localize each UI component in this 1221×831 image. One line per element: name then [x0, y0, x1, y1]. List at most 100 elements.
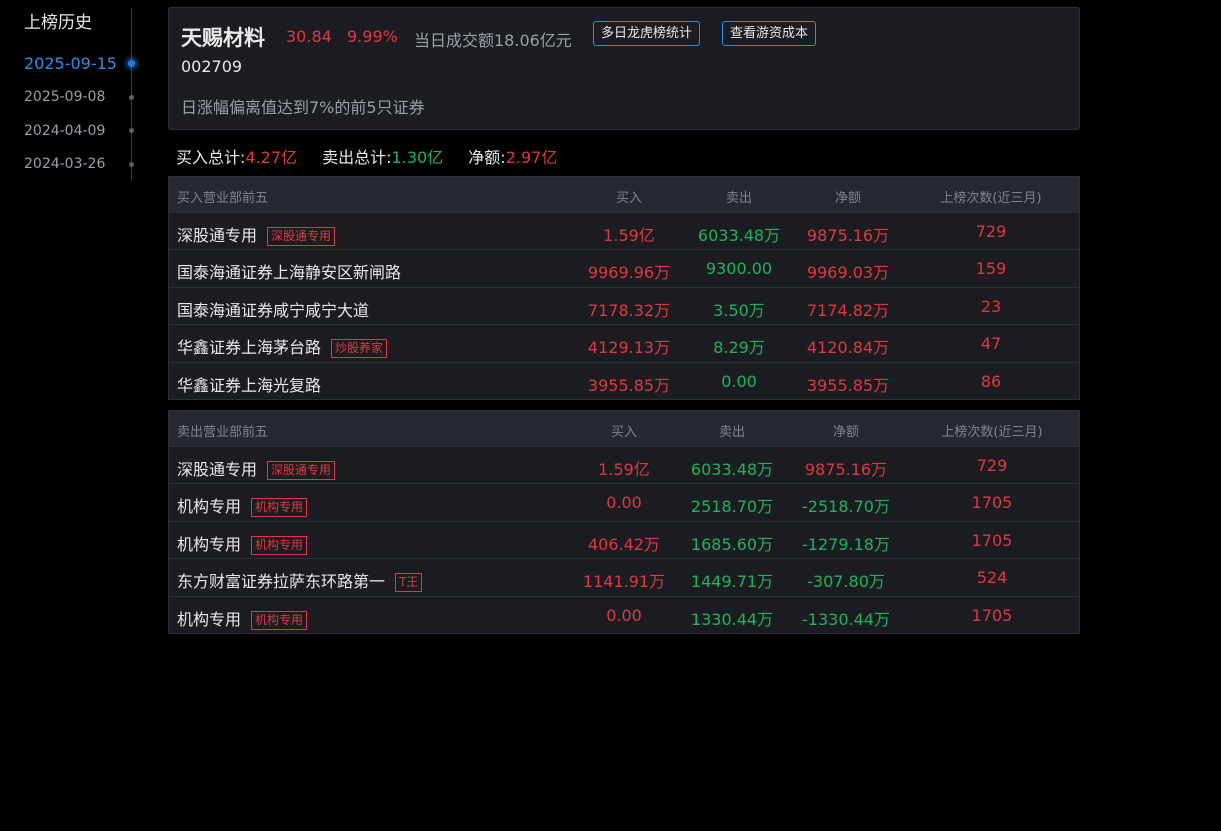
table-header: 卖出营业部前五 买入 卖出 净额 上榜次数(近三月) [169, 411, 1079, 446]
header-count: 上榜次数(近三月) [940, 191, 1042, 206]
branch-tag: 机构专用 [251, 498, 308, 518]
timeline-item-2025-09-08[interactable]: 2025-09-08 [0, 87, 140, 111]
listing-count: 86 [980, 371, 1002, 391]
sell-amount: 0.00 [721, 371, 757, 391]
timeline-dot-active [128, 60, 135, 67]
net-amount: 7174.82万 [806, 300, 890, 320]
listing-count: 1705 [971, 530, 1013, 550]
branch-name: 深股通专用 深股通专用 [177, 222, 336, 246]
net-amount: 4120.84万 [806, 338, 890, 358]
branch-tag: 机构专用 [251, 610, 308, 630]
header-sell: 卖出 [725, 191, 752, 206]
timeline-item-2024-03-26[interactable]: 2024-03-26 [0, 154, 140, 178]
table-row[interactable]: 机构专用 机构专用 0.00 2518.70万 -2518.70万 1705 [169, 483, 1079, 520]
branch-name: 华鑫证券上海光复路 [177, 372, 321, 396]
branch-tag: 机构专用 [251, 535, 308, 555]
buy-amount: 0.00 [606, 493, 642, 513]
listing-count: 729 [976, 456, 1008, 475]
header-sell: 卖出 [718, 425, 745, 440]
branch-name-text: 机构专用 [177, 497, 242, 517]
stock-info-panel: 天赐材料 30.84 9.99% 当日成交额18.06亿元 多日龙虎榜统计 查看… [168, 7, 1080, 130]
buy-amount: 3955.85万 [587, 375, 671, 395]
timeline-dot [129, 128, 134, 133]
branch-name: 深股通专用 深股通专用 [177, 456, 336, 480]
header-buy: 买入 [615, 191, 642, 206]
totals-bar: 买入总计:4.27亿 卖出总计:1.30亿 净额:2.97亿 [176, 144, 557, 168]
buy-amount: 1.59亿 [598, 460, 650, 479]
net-amount: -2518.70万 [802, 497, 890, 517]
branch-tag: 深股通专用 [267, 461, 336, 480]
buy-amount: 406.42万 [588, 534, 660, 554]
timeline-item-2024-04-09[interactable]: 2024-04-09 [0, 121, 140, 145]
buy-amount: 7178.32万 [587, 300, 671, 320]
listing-count: 47 [980, 334, 1002, 354]
header-net: 净额 [834, 191, 861, 206]
buy-amount: 0.00 [606, 605, 642, 625]
buy-branches-table: 买入营业部前五 买入 卖出 净额 上榜次数(近三月) 深股通专用 深股通专用 1.… [168, 176, 1080, 400]
sidebar-title: 上榜历史 [24, 13, 92, 33]
table-row[interactable]: 东方财富证券拉萨东环路第一 T王 1141.91万 1449.71万 -307.8… [169, 558, 1079, 595]
branch-name-text: 国泰海通证券上海静安区新闸路 [177, 263, 402, 283]
listing-count: 1705 [971, 605, 1013, 625]
timeline-date: 2025-09-08 [24, 89, 106, 105]
listing-count: 729 [975, 222, 1007, 241]
branch-name-text: 机构专用 [177, 609, 242, 629]
branch-name-text: 深股通专用 [177, 226, 258, 245]
sell-amount: 3.50万 [713, 300, 765, 320]
table-row[interactable]: 华鑫证券上海光复路 3955.85万 0.00 3955.85万 86 [169, 361, 1079, 399]
branch-name-text: 机构专用 [177, 534, 242, 554]
branch-tag: 深股通专用 [267, 227, 336, 246]
net-amount: 3955.85万 [806, 375, 890, 395]
sell-amount: 8.29万 [713, 338, 765, 358]
table-row[interactable]: 机构专用 机构专用 0.00 1330.44万 -1330.44万 1705 [169, 595, 1079, 633]
table-row[interactable]: 机构专用 机构专用 406.42万 1685.60万 -1279.18万 1705 [169, 520, 1079, 558]
table-row[interactable]: 国泰海通证券上海静安区新闸路 9969.96万 9300.00 9969.03万… [169, 249, 1079, 286]
stock-change-pct: 9.99% [347, 27, 398, 46]
stock-name: 天赐材料 [181, 26, 265, 50]
header-net: 净额 [832, 425, 859, 440]
table-row[interactable]: 华鑫证券上海茅台路 炒股养家 4129.13万 8.29万 4120.84万 47 [169, 324, 1079, 361]
net-amount: -1330.44万 [802, 609, 890, 629]
branch-name: 机构专用 机构专用 [177, 606, 308, 630]
multi-day-lhb-stats-button[interactable]: 多日龙虎榜统计 [593, 21, 701, 46]
table-header: 买入营业部前五 买入 卖出 净额 上榜次数(近三月) [169, 177, 1079, 212]
header-name: 卖出营业部前五 [177, 425, 269, 440]
sell-amount: 9300.00 [705, 259, 773, 279]
branch-name-text: 华鑫证券上海光复路 [177, 375, 322, 395]
sell-amount: 2518.70万 [690, 497, 774, 517]
branch-tag: T王 [395, 573, 423, 593]
timeline-date: 2024-04-09 [24, 123, 106, 139]
net-amount: 9875.16万 [806, 226, 890, 245]
timeline-date: 2024-03-26 [24, 156, 106, 172]
branch-tag: 炒股养家 [331, 339, 388, 359]
branch-name: 华鑫证券上海茅台路 炒股养家 [177, 334, 388, 359]
branch-name: 国泰海通证券咸宁咸宁大道 [177, 297, 369, 321]
listing-count: 23 [980, 296, 1002, 316]
history-sidebar: 上榜历史 2025-09-15 2025-09-08 2024-04-09 20… [0, 0, 140, 190]
sell-branches-table: 卖出营业部前五 买入 卖出 净额 上榜次数(近三月) 深股通专用 深股通专用 1.… [168, 410, 1080, 634]
table-row[interactable]: 深股通专用 深股通专用 1.59亿 6033.48万 9875.16万 729 [169, 212, 1079, 249]
timeline-date: 2025-09-15 [24, 54, 117, 73]
buy-total-value: 4.27亿 [245, 148, 298, 167]
branch-name-text: 深股通专用 [177, 460, 258, 479]
header-count: 上榜次数(近三月) [941, 425, 1043, 440]
table-row[interactable]: 深股通专用 深股通专用 1.59亿 6033.48万 9875.16万 729 [169, 446, 1079, 483]
buy-amount: 9969.96万 [587, 263, 671, 283]
net-total-value: 2.97亿 [505, 148, 558, 167]
listing-count: 524 [976, 568, 1008, 588]
net-amount: 9875.16万 [804, 460, 888, 479]
timeline-dot [129, 95, 134, 100]
sell-amount: 6033.48万 [697, 226, 781, 245]
header-name: 买入营业部前五 [177, 191, 269, 206]
sell-amount: 1449.71万 [690, 572, 774, 592]
stock-code: 002709 [181, 57, 243, 76]
net-amount: -1279.18万 [802, 534, 890, 554]
table-row[interactable]: 国泰海通证券咸宁咸宁大道 7178.32万 3.50万 7174.82万 23 [169, 286, 1079, 324]
net-amount: -307.80万 [807, 572, 885, 592]
listing-reason: 日涨幅偏离值达到7%的前5只证券 [181, 98, 425, 117]
listing-count: 1705 [971, 493, 1013, 513]
buy-amount: 4129.13万 [587, 338, 671, 358]
youzi-cost-button[interactable]: 查看游资成本 [722, 21, 817, 46]
branch-name: 国泰海通证券上海静安区新闸路 [177, 259, 401, 283]
timeline-item-2025-09-15[interactable]: 2025-09-15 [0, 52, 140, 76]
